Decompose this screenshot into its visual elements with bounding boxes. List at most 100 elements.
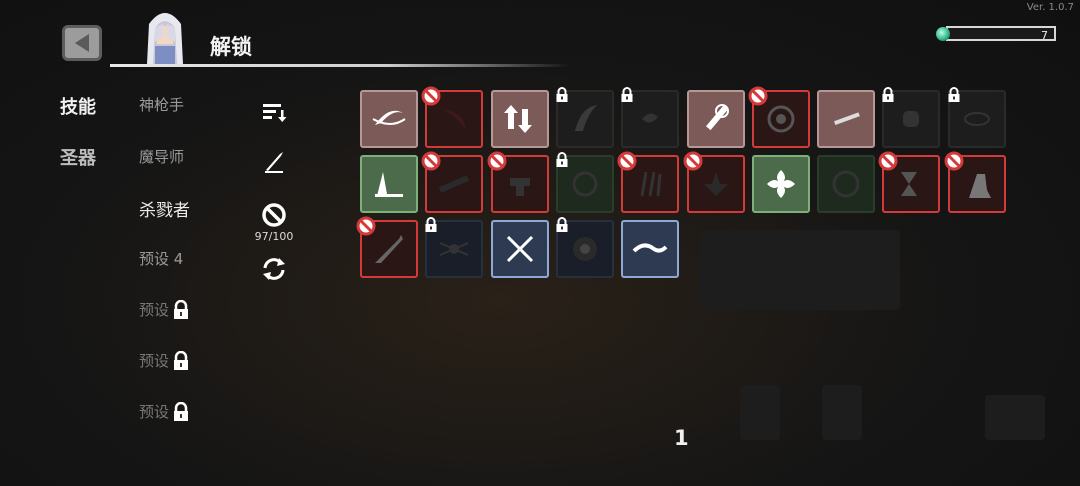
frost-sword-icon xyxy=(705,104,729,131)
preset-label: 魔导师 xyxy=(139,148,185,166)
lock-icon xyxy=(620,87,634,102)
category-tab-relics[interactable]: 圣器 xyxy=(60,144,96,170)
background-barrel xyxy=(740,385,780,440)
skill-tile[interactable] xyxy=(944,151,1006,213)
crystal-counter: 7 xyxy=(936,24,1058,44)
skill-tile[interactable] xyxy=(621,220,679,278)
character-avatar xyxy=(147,13,183,64)
sort-button[interactable] xyxy=(255,95,293,129)
crystal-icon xyxy=(936,27,950,41)
banned-icon xyxy=(683,151,703,171)
banned-icon xyxy=(487,151,507,171)
skill-tile[interactable] xyxy=(748,86,810,148)
skill-tile[interactable] xyxy=(817,90,875,148)
skill-tile[interactable] xyxy=(687,90,745,148)
ground-slash-icon xyxy=(375,172,403,197)
lock-icon xyxy=(555,217,569,232)
preset-label: 杀戮者 xyxy=(139,201,190,221)
preset-item-4[interactable]: 预设 4 xyxy=(139,248,183,269)
category-tab-skills[interactable]: 技能 xyxy=(60,93,96,119)
spider-rune-icon xyxy=(439,242,469,256)
background-crate xyxy=(700,230,900,310)
preset-label: 预设 xyxy=(139,352,170,370)
preset-label: 预设 xyxy=(139,403,170,421)
lock-icon xyxy=(174,401,189,421)
crystal-bar: 7 xyxy=(946,26,1056,42)
preset-item-6[interactable]: 预设 xyxy=(139,350,190,371)
edit-icon xyxy=(265,152,283,173)
skill-tile[interactable] xyxy=(881,87,940,148)
skill-tile[interactable] xyxy=(491,90,549,148)
blood-blade-icon xyxy=(834,112,860,125)
crystal-count: 7 xyxy=(1041,29,1048,42)
gauntlet-icon xyxy=(903,111,919,127)
background-barrel xyxy=(822,385,862,440)
lock-icon xyxy=(555,87,569,102)
skill-tile[interactable] xyxy=(491,220,549,278)
banned-icon xyxy=(356,216,376,236)
lock-icon xyxy=(174,350,189,370)
back-button[interactable] xyxy=(62,25,102,61)
skill-tile[interactable] xyxy=(752,155,810,213)
banned-icon xyxy=(421,86,441,106)
skill-tile[interactable] xyxy=(683,151,745,213)
banned-icon xyxy=(878,151,898,171)
shuriken-swirl-icon xyxy=(767,170,795,198)
skill-tile[interactable] xyxy=(947,87,1006,148)
preset-label: 神枪手 xyxy=(139,96,185,114)
skill-tile[interactable] xyxy=(356,216,418,278)
background-cart xyxy=(985,395,1045,440)
slash-arc-icon xyxy=(372,110,406,125)
edit-button[interactable] xyxy=(255,145,293,179)
back-arrow-icon xyxy=(75,34,89,52)
spin-blade-icon xyxy=(642,113,658,123)
page-number: 1 xyxy=(674,426,689,450)
banned-icon xyxy=(421,151,441,171)
arrows-swap-icon xyxy=(504,105,532,133)
lock-icon xyxy=(174,299,189,319)
lock-icon xyxy=(947,87,961,102)
lock-icon xyxy=(881,87,895,102)
banned-icon xyxy=(748,86,768,106)
ban-count: 97/100 xyxy=(254,230,294,243)
refresh-button[interactable] xyxy=(255,252,293,286)
lock-icon xyxy=(555,152,569,167)
skill-tile[interactable] xyxy=(360,90,418,148)
skill-tile[interactable] xyxy=(555,152,614,213)
skill-tile[interactable] xyxy=(555,87,614,148)
preset-label: 预设 xyxy=(139,301,170,319)
banned-icon xyxy=(617,151,637,171)
ban-button[interactable] xyxy=(255,198,293,232)
crossed-swords-icon xyxy=(506,235,534,263)
preset-item-3[interactable]: 杀戮者 xyxy=(139,196,190,221)
skill-tile[interactable] xyxy=(421,151,483,213)
skill-tile[interactable] xyxy=(817,155,875,213)
preset-item-5[interactable]: 预设 xyxy=(139,299,190,320)
preset-item-7[interactable]: 预设 xyxy=(139,401,190,422)
skill-tile[interactable] xyxy=(487,151,549,213)
chakram-icon xyxy=(572,171,598,197)
sort-icon xyxy=(263,104,287,122)
wind-wave-icon xyxy=(632,243,668,253)
compass-ring-icon xyxy=(832,170,860,198)
skill-tile[interactable] xyxy=(421,86,483,148)
claw-slash-icon xyxy=(575,105,597,131)
skill-tile[interactable] xyxy=(424,217,483,278)
banned-icon xyxy=(944,151,964,171)
lock-icon xyxy=(424,217,438,232)
chain-whirl-icon xyxy=(964,112,990,126)
skill-tile[interactable] xyxy=(360,155,418,213)
preset-label: 预设 4 xyxy=(139,250,184,268)
skill-tile[interactable] xyxy=(878,151,940,213)
version-label: Ver. 1.0.7 xyxy=(1026,2,1074,13)
refresh-icon xyxy=(263,258,285,280)
preset-item-2[interactable]: 魔导师 xyxy=(139,146,184,167)
vortex-icon xyxy=(573,237,597,261)
skill-tile[interactable] xyxy=(617,151,679,213)
skill-tile[interactable] xyxy=(555,217,614,278)
page-title: 解锁 xyxy=(210,35,252,59)
ban-icon xyxy=(262,203,286,227)
title-underline xyxy=(110,64,570,67)
skill-tile[interactable] xyxy=(620,87,679,148)
preset-item-1[interactable]: 神枪手 xyxy=(139,94,184,115)
